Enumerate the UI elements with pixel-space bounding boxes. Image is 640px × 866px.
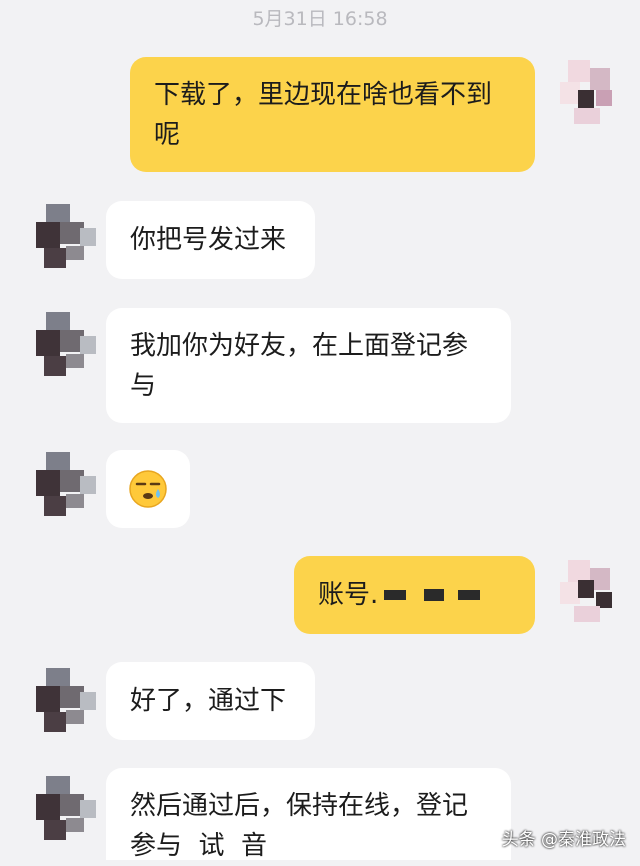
message-bubble-outgoing[interactable]: 账号. bbox=[294, 556, 535, 634]
contact-avatar[interactable] bbox=[36, 668, 100, 732]
message-text: 好了，通过下 bbox=[130, 686, 287, 716]
message-bubble-incoming[interactable]: 我加你为好友，在上面登记参 与 bbox=[106, 308, 511, 423]
message-bubble-incoming[interactable] bbox=[106, 450, 190, 528]
message-bubble-incoming[interactable]: 然后通过后，保持在线，登记 参与 试 音 bbox=[106, 768, 511, 861]
message-bubble-incoming[interactable]: 好了，通过下 bbox=[106, 662, 315, 740]
message-text: 然后通过后，保持在线，登记 参与 试 音 bbox=[130, 791, 469, 861]
contact-avatar[interactable] bbox=[36, 204, 100, 268]
redacted-text bbox=[424, 589, 445, 601]
message-bubble-incoming[interactable]: 你把号发过来 bbox=[106, 201, 315, 279]
message-text: 我加你为好友，在上面登记参 与 bbox=[130, 330, 469, 401]
my-avatar[interactable] bbox=[560, 560, 624, 624]
timestamp: 5月31日 16:58 bbox=[252, 8, 388, 30]
message-text: 你把号发过来 bbox=[130, 225, 287, 255]
watermark: 头条 @秦淮政法 bbox=[501, 830, 626, 850]
contact-avatar[interactable] bbox=[36, 452, 100, 516]
redacted-text bbox=[458, 590, 481, 600]
sleepy-emoji-icon bbox=[129, 470, 167, 508]
message-text: 账号. bbox=[318, 580, 379, 610]
message-text: 下载了，里边现在啥也看不到 呢 bbox=[154, 79, 493, 150]
message-bubble-outgoing[interactable]: 下载了，里边现在啥也看不到 呢 bbox=[130, 57, 535, 172]
contact-avatar[interactable] bbox=[36, 776, 100, 840]
redacted-text bbox=[384, 590, 407, 600]
my-avatar[interactable] bbox=[560, 60, 624, 124]
contact-avatar[interactable] bbox=[36, 312, 100, 376]
